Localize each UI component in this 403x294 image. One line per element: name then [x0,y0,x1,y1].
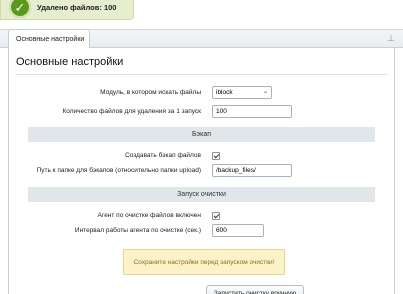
notice-text: Удалено файлов: 100 [37,3,117,12]
module-label: Модуль, в котором искать файлы [100,89,201,96]
batch-input[interactable]: 100 [212,105,292,118]
agent-checkbox[interactable] [212,212,220,220]
warning-message: Сохраните настройки перед запуском очист… [123,249,285,275]
backup-path-row: Путь к папке для бэкапов (относительно п… [16,164,387,180]
module-row: Модуль, в котором искать файлы iblock ⌄ [16,86,387,102]
cleanup-section-header: Запуск очистки [28,187,375,202]
interval-input[interactable]: 600 [212,224,264,237]
tab-strip: Основные настройки ⊥ [0,29,403,49]
page-title: Основные настройки [16,56,124,68]
interval-label: Интервал работы агента по очистке (сек.) [74,227,201,234]
checkmark-icon: ✓ [9,0,31,18]
chevron-down-icon: ⌄ [262,89,268,95]
agent-label: Агент по очистке файлов включен [97,212,201,219]
run-cleanup-button[interactable]: Запустить очистку вручную [206,285,304,294]
module-select[interactable]: iblock ⌄ [212,86,272,99]
backup-create-row: Создавать бэкап файлов [16,149,387,165]
title-divider [16,74,387,75]
backup-path-label: Путь к папке для бэкапов (относительно п… [36,167,201,174]
agent-row: Агент по очистке файлов включен [16,209,387,225]
settings-panel: Основные настройки Модуль, в котором иск… [8,48,395,294]
backup-section-header: Бэкап [28,127,375,142]
batch-row: Количество файлов для удаления за 1 запу… [16,105,387,121]
module-select-value: iblock [216,89,233,96]
interval-row: Интервал работы агента по очистке (сек.)… [16,224,387,240]
success-notice: ✓ Удалено файлов: 100 [0,0,134,20]
batch-label: Количество файлов для удаления за 1 запу… [62,108,201,115]
pin-icon[interactable]: ⊥ [387,33,395,44]
backup-create-checkbox[interactable] [212,152,220,160]
backup-create-label: Создавать бэкап файлов [125,152,201,159]
backup-path-input[interactable]: /backup_files/ [212,164,292,177]
tab-main-settings[interactable]: Основные настройки [8,29,90,49]
